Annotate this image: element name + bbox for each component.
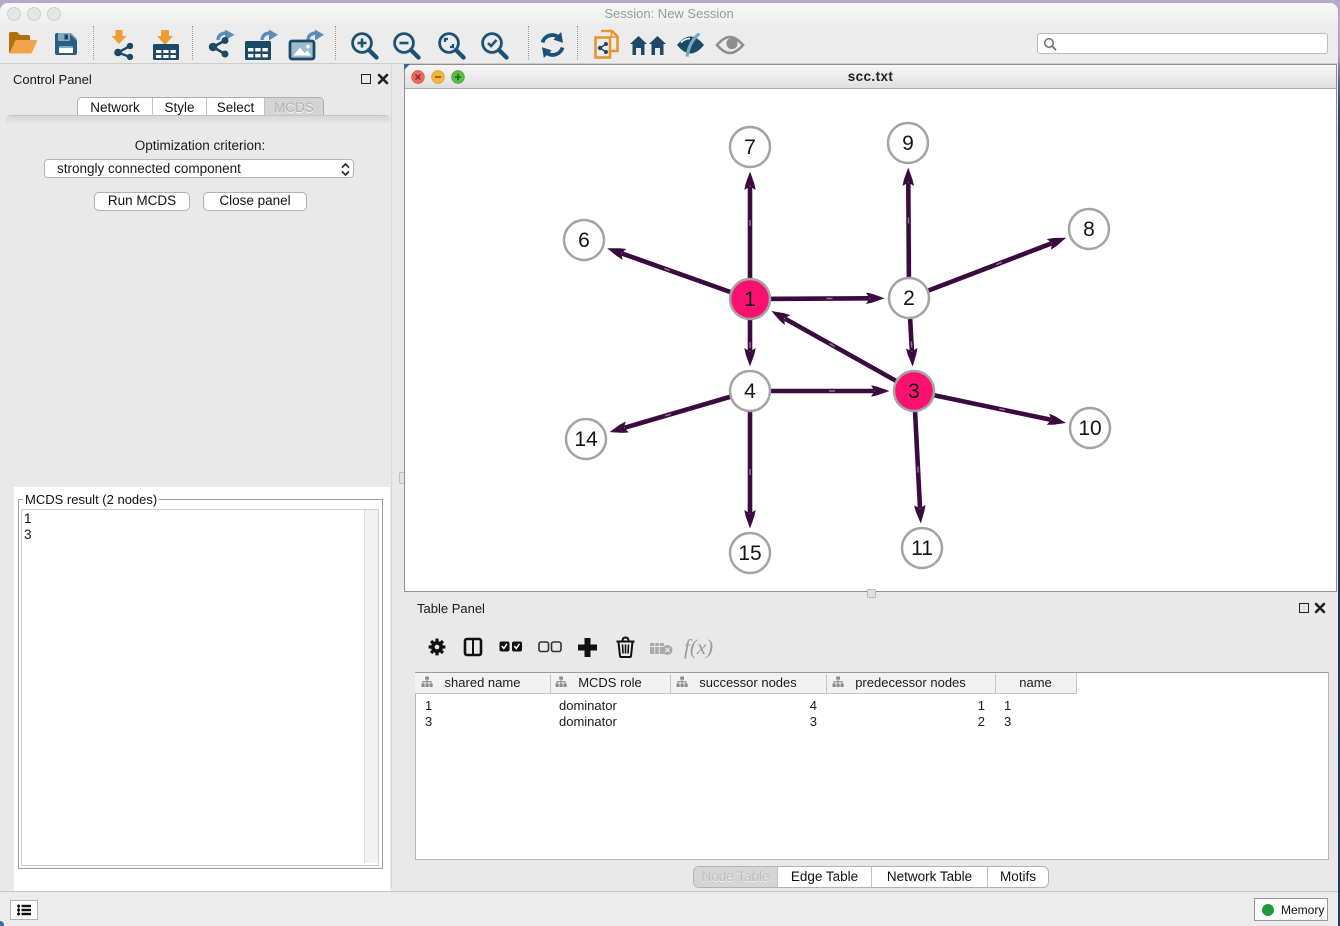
svg-text:10: 10 — [1078, 417, 1101, 440]
svg-text:9: 9 — [902, 132, 914, 155]
svg-text:14: 14 — [574, 428, 598, 451]
svg-text:6: 6 — [578, 229, 590, 252]
svg-text:7: 7 — [744, 136, 756, 159]
svg-text:3: 3 — [908, 380, 920, 403]
svg-text:11: 11 — [911, 537, 933, 560]
svg-text:1: 1 — [744, 288, 756, 311]
svg-text:4: 4 — [744, 380, 756, 403]
svg-text:8: 8 — [1083, 218, 1095, 241]
svg-text:15: 15 — [738, 542, 761, 565]
svg-text:2: 2 — [903, 287, 915, 310]
